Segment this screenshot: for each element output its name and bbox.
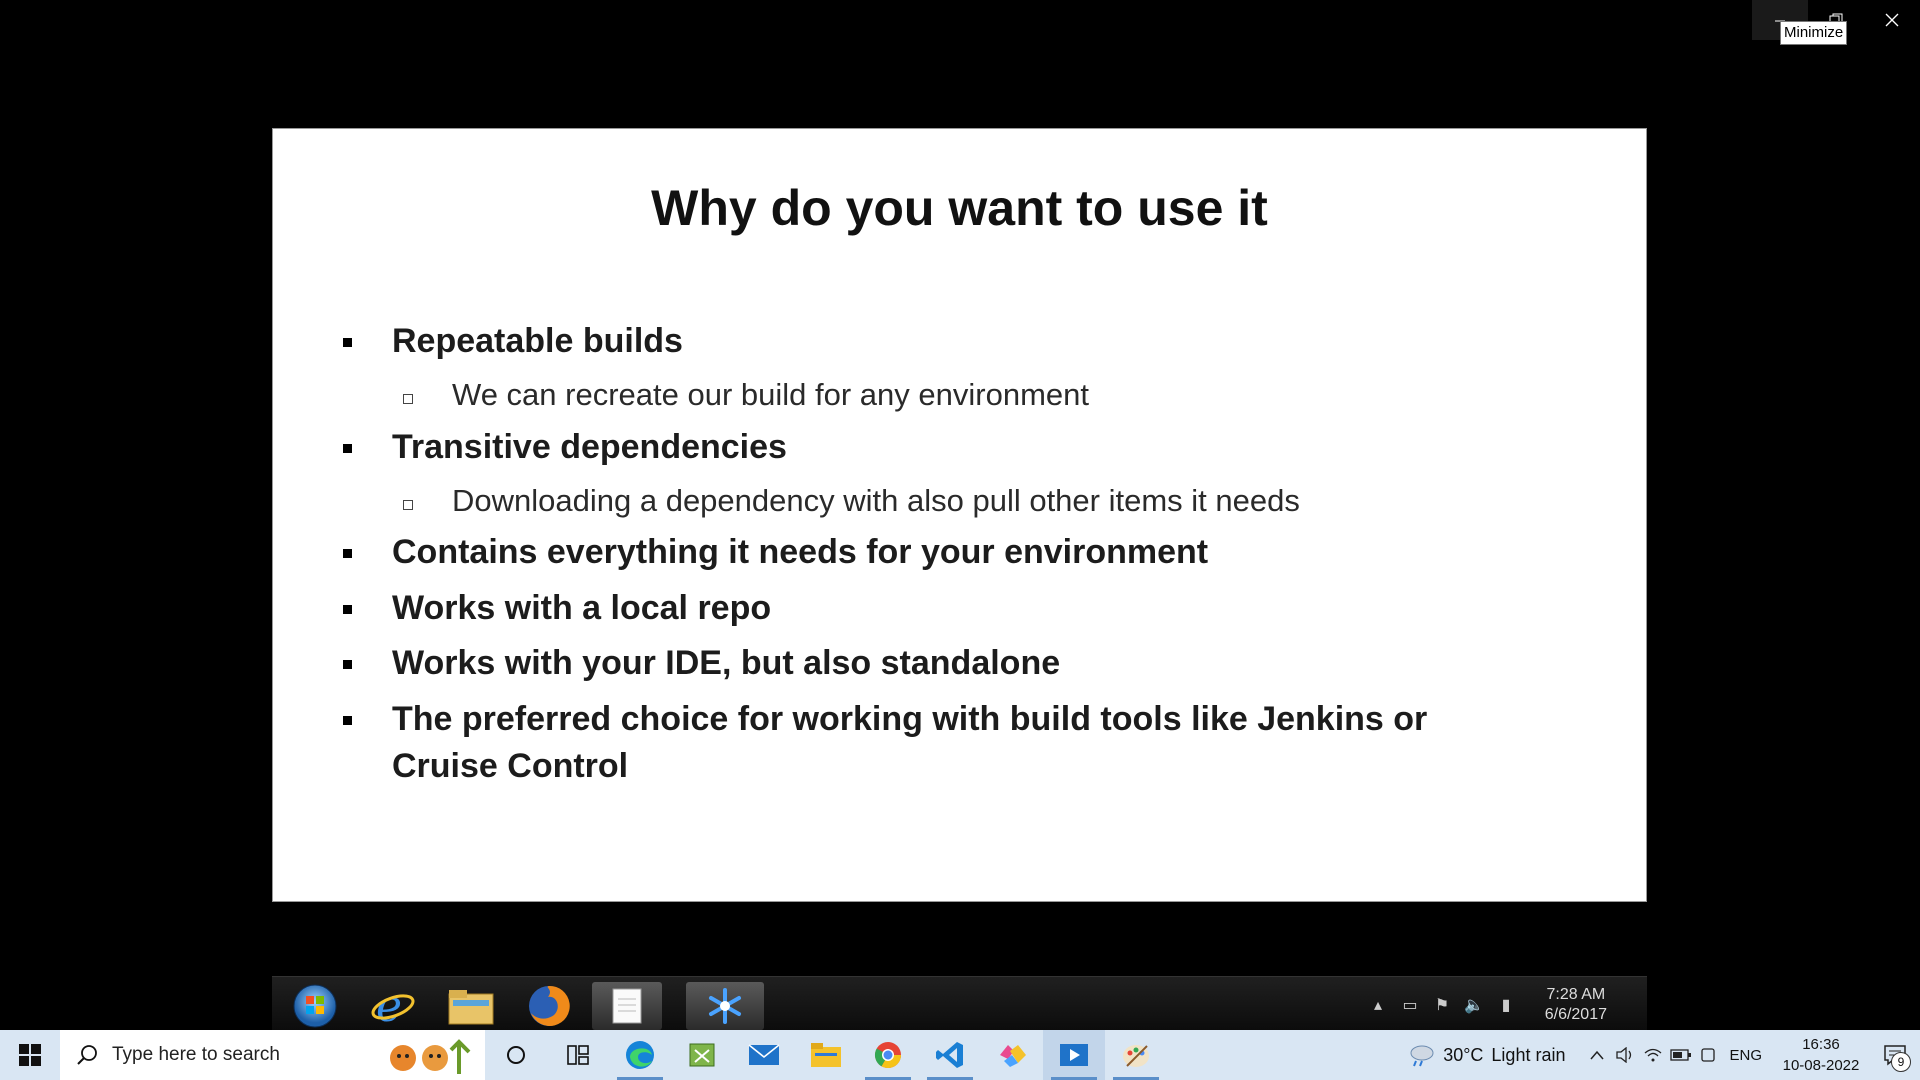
excel-icon[interactable] <box>671 1030 733 1080</box>
weather-temp: 30°C <box>1443 1044 1484 1065</box>
weather-text: Light rain <box>1491 1044 1566 1065</box>
svg-text:e: e <box>376 983 402 1029</box>
chevron-up-icon[interactable] <box>1583 1030 1611 1080</box>
volume-icon[interactable]: 🔈 <box>1463 994 1485 1014</box>
vscode-icon[interactable] <box>919 1030 981 1080</box>
slide-title: Why do you want to use it <box>651 180 1268 236</box>
app-icon[interactable] <box>981 1030 1043 1080</box>
cortana-icon[interactable] <box>485 1030 547 1080</box>
notification-count-badge: 9 <box>1891 1052 1911 1072</box>
hollow-square-bullet-icon <box>403 394 413 404</box>
bullet-item: The preferred choice for working with bu… <box>343 695 1427 743</box>
inner-tray: ▴ ▭ ⚑ 🔈 ▮ <box>1367 994 1517 1014</box>
action-center-flag-icon[interactable]: ⚑ <box>1431 994 1453 1014</box>
close-button[interactable] <box>1864 0 1920 40</box>
bullet-item: Works with a local repo <box>343 584 771 632</box>
mail-icon[interactable] <box>733 1030 795 1080</box>
wifi-icon[interactable] <box>1639 1030 1667 1080</box>
language-indicator[interactable]: ENG <box>1729 1047 1762 1064</box>
bullet-item: Contains everything it needs for your en… <box>343 528 1208 576</box>
bullet-item-continuation: Cruise Control <box>392 747 629 785</box>
weather-widget[interactable]: 30°C Light rain <box>1407 1043 1565 1067</box>
presentation-slide: Why do you want to use it Repeatable bui… <box>272 128 1647 902</box>
system-tray: 30°C Light rain ENG 16:36 10-08-2022 9 <box>1407 1030 1920 1080</box>
taskbar: Type here to search 30°C Light rain ENG … <box>0 1030 1920 1080</box>
notepad-icon[interactable] <box>592 982 662 1030</box>
notification-center-button[interactable]: 9 <box>1870 1030 1920 1080</box>
search-placeholder: Type here to search <box>112 1044 280 1065</box>
bullet-item: Transitive dependencies <box>343 423 787 471</box>
paint-icon[interactable] <box>1105 1030 1167 1080</box>
battery-icon[interactable] <box>1667 1030 1695 1080</box>
file-explorer-icon[interactable] <box>795 1030 857 1080</box>
cloud-rain-icon <box>1410 1045 1434 1067</box>
square-bullet-icon <box>343 660 352 669</box>
hollow-square-bullet-icon <box>403 500 413 510</box>
edge-icon[interactable] <box>609 1030 671 1080</box>
close-icon <box>1885 13 1899 27</box>
device-icon[interactable] <box>1695 1030 1723 1080</box>
square-bullet-icon <box>343 338 352 347</box>
inner-date: 6/6/2017 <box>1544 1006 1607 1023</box>
clock-date: 10-08-2022 <box>1782 1057 1860 1074</box>
task-view-icon[interactable] <box>547 1030 609 1080</box>
sub-bullet-item: We can recreate our build for any enviro… <box>403 374 1089 416</box>
search-highlight-icon <box>390 1039 471 1074</box>
square-bullet-icon <box>343 444 352 453</box>
bullet-item: Repeatable builds <box>343 317 683 365</box>
show-hidden-icons-icon[interactable]: ▴ <box>1367 994 1389 1014</box>
search-icon <box>77 1045 97 1065</box>
chrome-icon[interactable] <box>857 1030 919 1080</box>
taskbar-clock[interactable]: 16:36 10-08-2022 <box>1772 1034 1870 1076</box>
power-icon[interactable]: ▮ <box>1495 994 1517 1014</box>
explorer-folder-icon[interactable] <box>436 982 506 1030</box>
start-button[interactable] <box>0 1030 60 1080</box>
desktop-screen: Minimize Why do you want to use it Repea… <box>0 0 1920 1080</box>
inner-time: 7:28 AM <box>1546 986 1606 1003</box>
network-icon[interactable]: ▭ <box>1399 994 1421 1014</box>
inner-clock[interactable]: 7:28 AM 6/6/2017 <box>1545 985 1607 1025</box>
windows-orb-icon[interactable] <box>280 982 350 1030</box>
windows-logo-icon <box>19 1044 41 1066</box>
snowflake-app-icon[interactable] <box>686 982 764 1030</box>
firefox-icon[interactable] <box>514 982 584 1030</box>
bullet-item: Works with your IDE, but also standalone <box>343 639 1060 687</box>
square-bullet-icon <box>343 716 352 725</box>
volume-icon[interactable] <box>1611 1030 1639 1080</box>
sub-bullet-item: Downloading a dependency with also pull … <box>403 480 1300 522</box>
media-player-icon[interactable] <box>1043 1030 1105 1080</box>
internet-explorer-icon[interactable]: e <box>358 982 428 1030</box>
inner-taskbar: e ▴ ▭ ⚑ 🔈 ▮ 7:28 AM 6/6/2017 <box>272 976 1647 1033</box>
search-box[interactable]: Type here to search <box>60 1030 485 1080</box>
square-bullet-icon <box>343 549 352 558</box>
minimize-tooltip: Minimize <box>1780 21 1848 45</box>
clock-time: 16:36 <box>1802 1036 1840 1053</box>
square-bullet-icon <box>343 605 352 614</box>
